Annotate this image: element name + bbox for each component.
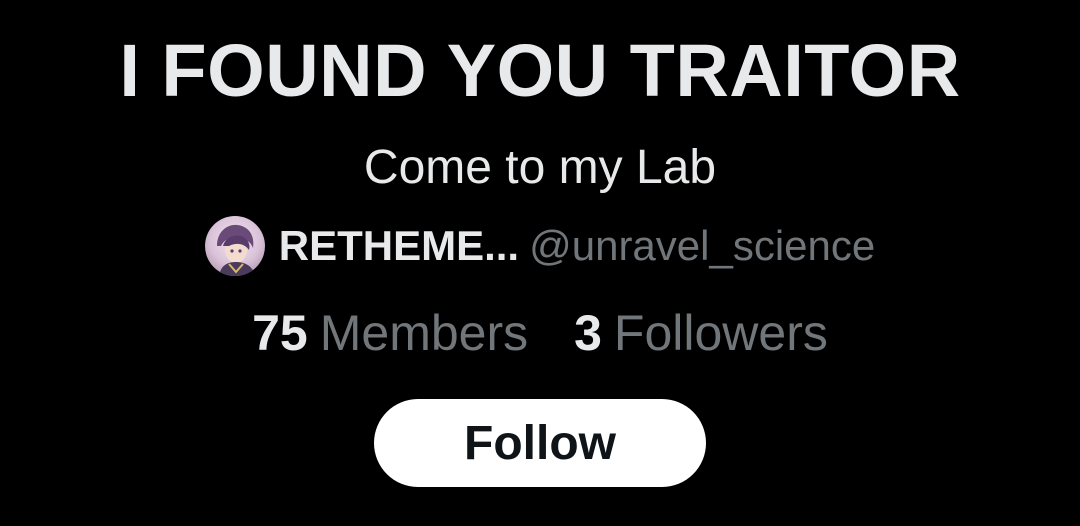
owner-handle[interactable]: @unravel_science [529, 222, 875, 270]
members-count: 75 [252, 305, 308, 361]
community-owner: RETHEME... @unravel_science [0, 215, 1080, 277]
community-description: Come to my Lab [363, 141, 717, 194]
community-header: I FOUND YOU TRAITOR Come to my Lab RETHE… [0, 0, 1080, 526]
members-stat[interactable]: 75 Members [252, 304, 528, 362]
community-title: I FOUND YOU TRAITOR [119, 29, 961, 112]
members-label: Members [319, 305, 529, 361]
followers-label: Followers [613, 305, 828, 361]
followers-stat[interactable]: 3 Followers [574, 304, 828, 362]
user-avatar-icon[interactable] [204, 216, 265, 276]
community-stats: 75 Members 3 Followers [0, 300, 1080, 366]
followers-count: 3 [574, 305, 602, 361]
follow-button[interactable]: Follow [374, 399, 706, 487]
owner-display-name[interactable]: RETHEME... [279, 222, 519, 270]
